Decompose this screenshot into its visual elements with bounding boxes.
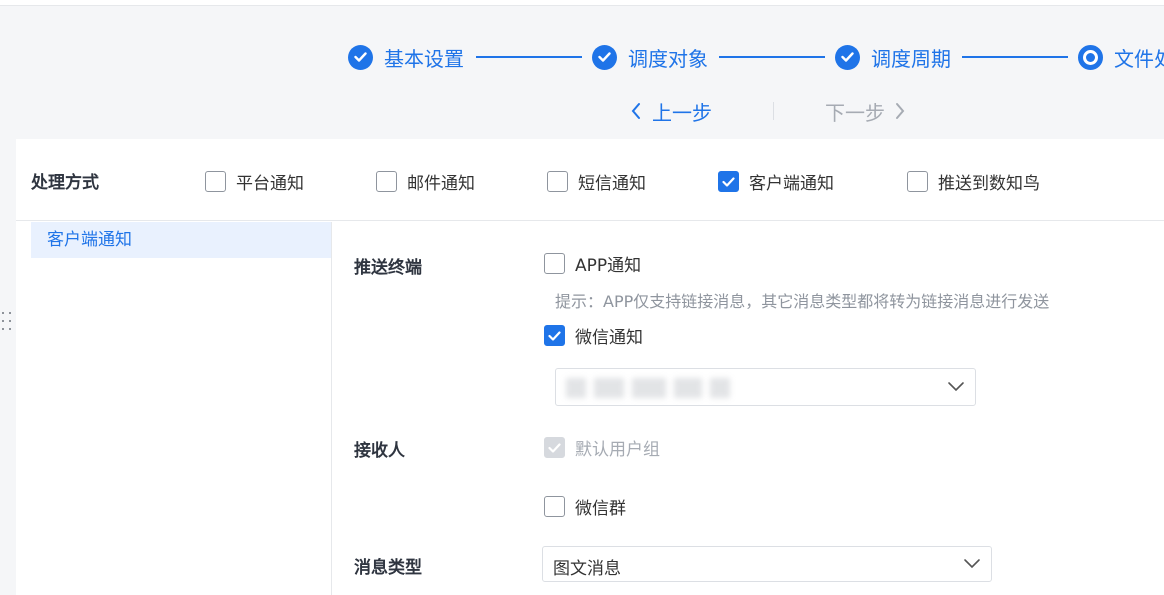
checkbox-label: 微信通知: [575, 328, 643, 348]
message-type-label: 消息类型: [354, 558, 422, 578]
checkbox-push-shuzhiniao[interactable]: 推送到数知鸟: [907, 169, 1040, 194]
client-notify-form: 推送终端 APP通知 提示：APP仅支持链接消息，其它消息类型都将转为链接消息进…: [333, 222, 1164, 595]
step-label: 基本设置: [384, 46, 464, 71]
checkbox-label: 邮件通知: [407, 174, 475, 194]
checkbox-box[interactable]: [547, 171, 568, 192]
redacted-value: [566, 378, 746, 398]
checkbox-default-user-group[interactable]: 默认用户组: [544, 435, 660, 460]
chevron-down-icon: [964, 559, 980, 569]
checkbox-platform-notify[interactable]: 平台通知: [205, 169, 304, 194]
checkbox-box[interactable]: [205, 171, 226, 192]
checkbox-label: APP通知: [575, 256, 642, 276]
checkbox-wechat-group[interactable]: 微信群: [544, 494, 626, 519]
checkbox-box[interactable]: [376, 171, 397, 192]
select-value: 图文消息: [553, 559, 621, 579]
checkbox-app-notify[interactable]: APP通知: [544, 251, 641, 276]
check-icon: [548, 442, 561, 453]
checkbox-label: 平台通知: [236, 174, 304, 194]
check-icon: [548, 330, 561, 341]
checkbox-label: 推送到数知鸟: [938, 174, 1040, 194]
message-type-select[interactable]: 图文消息: [542, 546, 992, 582]
step-file-processing[interactable]: 文件处: [1078, 42, 1164, 72]
app-notify-hint: 提示：APP仅支持链接消息，其它消息类型都将转为链接消息进行发送: [555, 292, 1050, 311]
sidebar-item-client-notify[interactable]: 客户端通知: [31, 222, 331, 258]
next-step-button[interactable]: 下一步: [825, 97, 906, 125]
receiver-label: 接收人: [354, 441, 405, 461]
step-connector: [476, 56, 582, 58]
prev-step-button[interactable]: 上一步: [630, 97, 712, 125]
processing-method-row: 处理方式 平台通知 邮件通知 短信通知 客户端通知 推送到数知鸟: [16, 139, 1164, 221]
next-step-label: 下一步: [825, 100, 885, 125]
checkbox-client-notify[interactable]: 客户端通知: [718, 169, 834, 194]
checkbox-label: 短信通知: [578, 174, 646, 194]
config-panel: 处理方式 平台通知 邮件通知 短信通知 客户端通知 推送到数知鸟 客户端通知 推…: [16, 139, 1164, 595]
checkbox-sms-notify[interactable]: 短信通知: [547, 169, 646, 194]
checkbox-box-checked[interactable]: [544, 325, 565, 346]
checkbox-wechat-notify[interactable]: 微信通知: [544, 323, 643, 348]
processing-method-label: 处理方式: [31, 173, 99, 193]
method-sidebar: 客户端通知: [16, 222, 332, 595]
prev-step-label: 上一步: [652, 100, 712, 125]
checkbox-label: 微信群: [575, 499, 626, 519]
checkbox-box[interactable]: [544, 253, 565, 274]
drag-handle-icon[interactable]: [2, 310, 14, 334]
step-label: 调度对象: [628, 46, 708, 71]
push-terminal-label: 推送终端: [354, 258, 422, 278]
wechat-account-select[interactable]: [555, 368, 976, 406]
divider: [773, 102, 774, 120]
step-connector: [962, 56, 1068, 58]
checkbox-box-checked[interactable]: [718, 171, 739, 192]
check-icon: [835, 44, 860, 70]
step-schedule-period[interactable]: 调度周期: [835, 42, 951, 72]
step-label: 文件处: [1114, 46, 1164, 71]
checkbox-email-notify[interactable]: 邮件通知: [376, 169, 475, 194]
check-icon: [592, 44, 617, 70]
chevron-down-icon: [948, 382, 964, 392]
check-icon: [722, 176, 735, 187]
current-step-icon: [1078, 44, 1103, 70]
top-strip: [0, 0, 1164, 6]
step-basic-settings[interactable]: 基本设置: [348, 42, 464, 72]
checkbox-label: 默认用户组: [575, 440, 660, 460]
checkbox-box[interactable]: [544, 496, 565, 517]
chevron-right-icon: [896, 103, 905, 119]
checkbox-label: 客户端通知: [749, 174, 834, 194]
checkbox-box-disabled[interactable]: [544, 437, 565, 458]
step-label: 调度周期: [871, 46, 951, 71]
step-schedule-target[interactable]: 调度对象: [592, 42, 708, 72]
checkbox-box[interactable]: [907, 171, 928, 192]
step-connector: [719, 56, 825, 58]
check-icon: [348, 44, 373, 70]
chevron-left-icon: [631, 103, 640, 119]
